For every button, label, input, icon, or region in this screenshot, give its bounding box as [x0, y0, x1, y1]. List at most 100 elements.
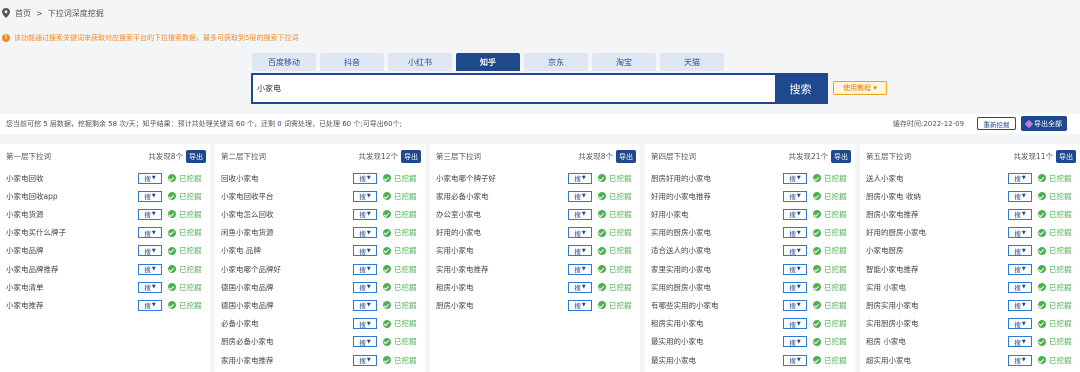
- keyword-text[interactable]: 实用厨房小家电: [866, 318, 1008, 329]
- search-select[interactable]: 搜 ▼: [1008, 281, 1032, 293]
- keyword-text[interactable]: 实用的厨房小家电: [651, 282, 783, 293]
- keyword-text[interactable]: 回收小家电: [221, 173, 353, 184]
- keyword-text[interactable]: 好用的小家电推荐: [651, 191, 783, 202]
- keyword-text[interactable]: 最实用的小家电: [651, 336, 783, 347]
- keyword-text[interactable]: 厨房好用的小家电: [651, 173, 783, 184]
- search-select[interactable]: 搜 ▼: [783, 190, 807, 202]
- keyword-text[interactable]: 小家电回收app: [6, 191, 138, 202]
- search-select[interactable]: 搜 ▼: [138, 227, 162, 239]
- keyword-text[interactable]: 小家电 品牌: [221, 245, 353, 256]
- keyword-text[interactable]: 小家电回收平台: [221, 191, 353, 202]
- search-select[interactable]: 搜 ▼: [353, 208, 377, 220]
- tab-douyin[interactable]: 抖音: [320, 53, 384, 71]
- keyword-text[interactable]: 送人小家电: [866, 173, 1008, 184]
- search-select[interactable]: 搜 ▼: [1008, 354, 1032, 366]
- keyword-text[interactable]: 办公室小家电: [436, 209, 568, 220]
- keyword-text[interactable]: 租房实用小家电: [651, 318, 783, 329]
- search-select[interactable]: 搜 ▼: [783, 172, 807, 184]
- search-select[interactable]: 搜 ▼: [1008, 318, 1032, 330]
- search-select[interactable]: 搜 ▼: [1008, 336, 1032, 348]
- keyword-text[interactable]: 小家电怎么回收: [221, 209, 353, 220]
- column-export-button[interactable]: 导出: [186, 150, 206, 163]
- search-select[interactable]: 搜 ▼: [138, 190, 162, 202]
- search-select[interactable]: 搜 ▼: [568, 281, 592, 293]
- keyword-text[interactable]: 小家电哪个品牌好: [221, 264, 353, 275]
- search-select[interactable]: 搜 ▼: [138, 172, 162, 184]
- search-input[interactable]: [253, 75, 775, 102]
- keyword-text[interactable]: 好用小家电: [651, 209, 783, 220]
- keyword-text[interactable]: 小家电厨房: [866, 245, 1008, 256]
- keyword-text[interactable]: 厨房实用小家电: [866, 300, 1008, 311]
- search-select[interactable]: 搜 ▼: [1008, 172, 1032, 184]
- search-select[interactable]: 搜 ▼: [568, 172, 592, 184]
- search-select[interactable]: 搜 ▼: [1008, 227, 1032, 239]
- column-export-button[interactable]: 导出: [831, 150, 851, 163]
- keyword-text[interactable]: 适合送人的小家电: [651, 245, 783, 256]
- keyword-text[interactable]: 家里实用的小家电: [651, 264, 783, 275]
- keyword-text[interactable]: 好用的厨房小家电: [866, 227, 1008, 238]
- rescan-button[interactable]: 重新挖掘: [977, 117, 1016, 130]
- tab-baidu-mobile[interactable]: 百度移动: [252, 53, 316, 71]
- keyword-text[interactable]: 好用的小家电: [436, 227, 568, 238]
- search-select[interactable]: 搜 ▼: [353, 354, 377, 366]
- keyword-text[interactable]: 小家电品牌推荐: [6, 264, 138, 275]
- search-select[interactable]: 搜 ▼: [783, 263, 807, 275]
- keyword-text[interactable]: 小家电买什么牌子: [6, 227, 138, 238]
- keyword-text[interactable]: 小家电清单: [6, 282, 138, 293]
- search-select[interactable]: 搜 ▼: [783, 227, 807, 239]
- keyword-text[interactable]: 闲鱼小家电货源: [221, 227, 353, 238]
- tab-zhihu[interactable]: 知乎: [456, 53, 520, 71]
- keyword-text[interactable]: 租房小家电: [436, 282, 568, 293]
- search-select[interactable]: 搜 ▼: [1008, 208, 1032, 220]
- search-select[interactable]: 搜 ▼: [353, 227, 377, 239]
- search-select[interactable]: 搜 ▼: [138, 281, 162, 293]
- keyword-text[interactable]: 实用小家电: [436, 245, 568, 256]
- search-select[interactable]: 搜 ▼: [568, 245, 592, 257]
- keyword-text[interactable]: 小家电货源: [6, 209, 138, 220]
- search-select[interactable]: 搜 ▼: [783, 245, 807, 257]
- search-select[interactable]: 搜 ▼: [568, 190, 592, 202]
- search-select[interactable]: 搜 ▼: [783, 354, 807, 366]
- search-select[interactable]: 搜 ▼: [353, 318, 377, 330]
- search-select[interactable]: 搜 ▼: [138, 299, 162, 311]
- search-select[interactable]: 搜 ▼: [353, 172, 377, 184]
- search-select[interactable]: 搜 ▼: [1008, 263, 1032, 275]
- keyword-text[interactable]: 智能小家电推荐: [866, 264, 1008, 275]
- search-select[interactable]: 搜 ▼: [353, 263, 377, 275]
- keyword-text[interactable]: 小家电推荐: [6, 300, 138, 311]
- keyword-text[interactable]: 小家电哪个牌子好: [436, 173, 568, 184]
- keyword-text[interactable]: 厨房小家电推荐: [866, 209, 1008, 220]
- search-select[interactable]: 搜 ▼: [353, 336, 377, 348]
- search-select[interactable]: 搜 ▼: [138, 263, 162, 275]
- column-export-button[interactable]: 导出: [1056, 150, 1076, 163]
- column-export-button[interactable]: 导出: [401, 150, 421, 163]
- search-select[interactable]: 搜 ▼: [568, 208, 592, 220]
- export-all-button[interactable]: 导出全部: [1021, 116, 1067, 131]
- search-select[interactable]: 搜 ▼: [353, 299, 377, 311]
- search-select[interactable]: 搜 ▼: [568, 263, 592, 275]
- keyword-text[interactable]: 家用必备小家电: [436, 191, 568, 202]
- keyword-text[interactable]: 小家电品牌: [6, 245, 138, 256]
- keyword-text[interactable]: 家用小家电推荐: [221, 355, 353, 366]
- keyword-text[interactable]: 小家电回收: [6, 173, 138, 184]
- keyword-text[interactable]: 最实用小家电: [651, 355, 783, 366]
- breadcrumb-home[interactable]: 首页: [15, 8, 31, 19]
- search-select[interactable]: 搜 ▼: [353, 245, 377, 257]
- search-select[interactable]: 搜 ▼: [783, 208, 807, 220]
- search-select[interactable]: 搜 ▼: [783, 299, 807, 311]
- search-select[interactable]: 搜 ▼: [1008, 190, 1032, 202]
- search-select[interactable]: 搜 ▼: [138, 208, 162, 220]
- search-select[interactable]: 搜 ▼: [783, 281, 807, 293]
- keyword-text[interactable]: 实用的厨房小家电: [651, 227, 783, 238]
- keyword-text[interactable]: 德国小家电品牌: [221, 300, 353, 311]
- keyword-text[interactable]: 必备小家电: [221, 318, 353, 329]
- column-export-button[interactable]: 导出: [616, 150, 636, 163]
- search-select[interactable]: 搜 ▼: [568, 227, 592, 239]
- tab-jd[interactable]: 京东: [524, 53, 588, 71]
- keyword-text[interactable]: 实用 小家电: [866, 282, 1008, 293]
- search-select[interactable]: 搜 ▼: [1008, 299, 1032, 311]
- search-select[interactable]: 搜 ▼: [138, 245, 162, 257]
- keyword-text[interactable]: 德国小家电品牌: [221, 282, 353, 293]
- search-button[interactable]: 搜索: [775, 75, 826, 102]
- keyword-text[interactable]: 超实用小家电: [866, 355, 1008, 366]
